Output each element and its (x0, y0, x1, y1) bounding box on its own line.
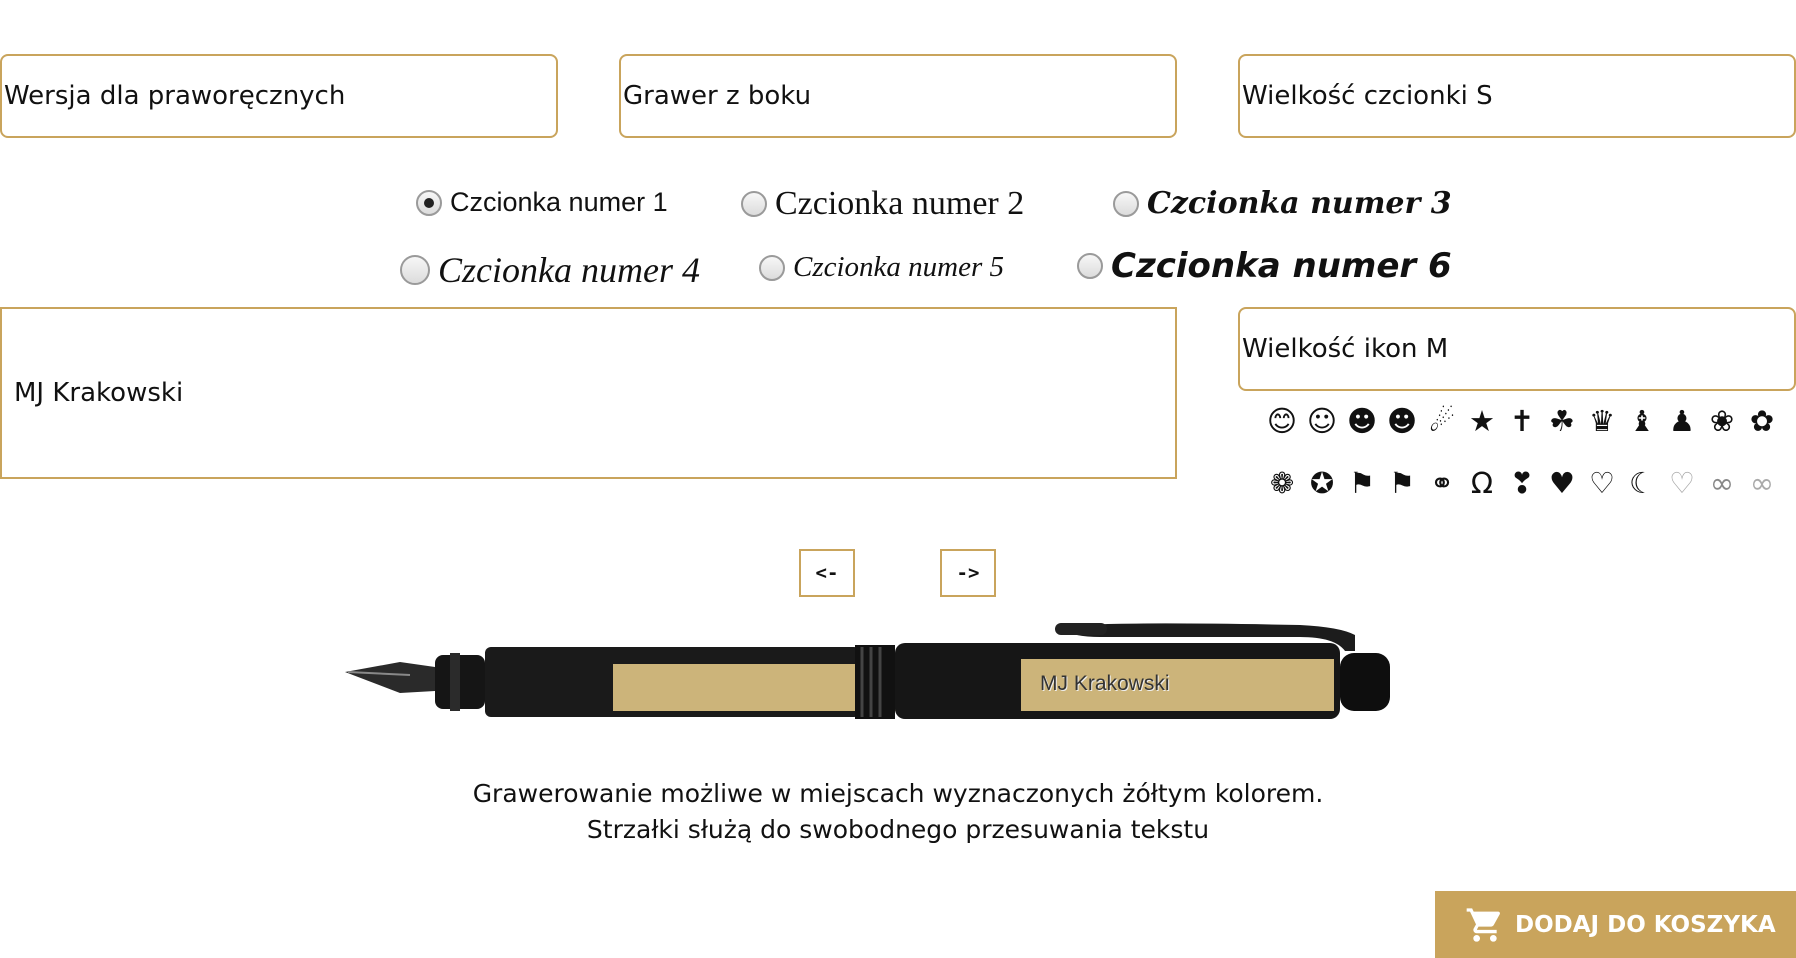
grin-alt-icon[interactable]: ☻ (1382, 404, 1422, 438)
heart-outline-icon[interactable]: ♡ (1582, 466, 1622, 500)
graduation-cap-alt-icon[interactable]: ⚑ (1382, 466, 1422, 500)
ihs-cross-icon[interactable]: ✝ (1502, 404, 1542, 438)
font-option-3-label: Czcionka numer 3 (1147, 186, 1452, 221)
icon-size-select-value: Wielkość ikon M (1242, 334, 1449, 364)
cart-icon (1466, 907, 1500, 942)
engraving-info-line-1: Grawerowanie możliwe w miejscach wyznacz… (472, 779, 1324, 808)
font-option-5-radio[interactable] (759, 254, 785, 281)
font-option-3-radio[interactable] (1113, 190, 1139, 217)
font-option-6-radio[interactable] (1077, 253, 1103, 279)
comet-icon[interactable]: ☄ (1422, 404, 1462, 438)
handedness-select-value: Wersja dla praworęcznych (4, 81, 346, 111)
add-to-cart-button[interactable]: DODAJ DO KOSZYKA (1435, 891, 1796, 958)
smiley-icon[interactable]: 😊 (1262, 404, 1302, 438)
icon-size-select[interactable]: Wielkość ikon M (1238, 307, 1796, 391)
fountain-pen-image (345, 623, 1390, 719)
add-to-cart-label: DODAJ DO KOSZYKA (1515, 911, 1776, 938)
font-option-2[interactable]: Czcionka numer 2 (741, 185, 1024, 223)
font-option-5[interactable]: Czcionka numer 5 (759, 251, 1004, 284)
engrave-position-select[interactable]: Grawer z boku (619, 54, 1177, 138)
infinity-icon[interactable]: ∞ (1702, 466, 1742, 500)
clover-icon[interactable]: ☘ (1542, 404, 1582, 438)
font-size-select-value: Wielkość czcionki S (1242, 81, 1493, 111)
wedding-rings-icon[interactable]: ⚭ (1422, 466, 1462, 500)
crescent-moon-icon[interactable]: ☾ (1622, 466, 1662, 500)
tie-icon[interactable]: ♟ (1662, 404, 1702, 438)
heart-tilted-icon[interactable]: ❣ (1502, 466, 1542, 500)
crown-icon[interactable]: ♛ (1582, 404, 1622, 438)
cat-icon[interactable]: ♝ (1622, 404, 1662, 438)
smiley-outline-icon[interactable]: ☺ (1302, 404, 1342, 438)
icon-row-1: 😊 ☺ ☻ ☻ ☄ ★ ✝ ☘ ♛ ♝ ♟ ❀ ✿ (1262, 404, 1782, 438)
handedness-select[interactable]: Wersja dla praworęcznych (0, 54, 558, 138)
graduation-cap-icon[interactable]: ⚑ (1342, 466, 1382, 500)
grin-icon[interactable]: ☻ (1342, 404, 1382, 438)
font-option-1-radio[interactable] (416, 189, 442, 216)
font-option-1-label: Czcionka numer 1 (450, 187, 668, 217)
move-text-left-button[interactable]: <- (799, 549, 855, 597)
heart-icon[interactable]: ♥ (1542, 466, 1582, 500)
engraving-info-line-2: Strzałki służą do swobodnego przesuwania… (586, 815, 1210, 844)
horseshoe-icon[interactable]: Ω (1462, 466, 1502, 500)
heart-light-icon[interactable]: ♡ (1662, 466, 1702, 500)
font-option-3[interactable]: Czcionka numer 3 (1113, 186, 1452, 221)
font-option-2-label: Czcionka numer 2 (775, 185, 1025, 222)
move-text-left-label: <- (815, 562, 839, 584)
font-option-6[interactable]: Czcionka numer 6 (1077, 246, 1452, 286)
font-option-5-label: Czcionka numer 5 (793, 251, 1005, 283)
icon-row-2: ❁ ✪ ⚑ ⚑ ⚭ Ω ❣ ♥ ♡ ☾ ♡ ∞ ∞ (1262, 466, 1782, 500)
font-size-select[interactable]: Wielkość czcionki S (1238, 54, 1796, 138)
star-icon[interactable]: ★ (1462, 404, 1502, 438)
award-rosette-icon[interactable]: ✪ (1302, 466, 1342, 500)
font-option-4[interactable]: Czcionka numer 4 (400, 249, 700, 291)
infinity-light-icon[interactable]: ∞ (1742, 466, 1782, 500)
rose-icon[interactable]: ❀ (1702, 404, 1742, 438)
font-option-1[interactable]: Czcionka numer 1 (416, 187, 668, 218)
move-text-right-button[interactable]: -> (940, 549, 996, 597)
engrave-position-select-value: Grawer z boku (623, 81, 812, 111)
engraving-text-input[interactable]: MJ Krakowski (0, 307, 1177, 479)
pen-preview: MJ Krakowski (340, 615, 1400, 750)
rose-bud-icon[interactable]: ✿ (1742, 404, 1782, 438)
engraving-text-value: MJ Krakowski (14, 378, 184, 408)
move-text-right-label: -> (956, 562, 980, 584)
engraving-preview-text: MJ Krakowski (1040, 672, 1170, 695)
font-option-6-label: Czcionka numer 6 (1111, 246, 1452, 286)
paw-icon[interactable]: ❁ (1262, 466, 1302, 500)
font-option-4-radio[interactable] (400, 255, 430, 285)
font-option-4-label: Czcionka numer 4 (438, 250, 700, 290)
font-option-2-radio[interactable] (741, 191, 767, 217)
